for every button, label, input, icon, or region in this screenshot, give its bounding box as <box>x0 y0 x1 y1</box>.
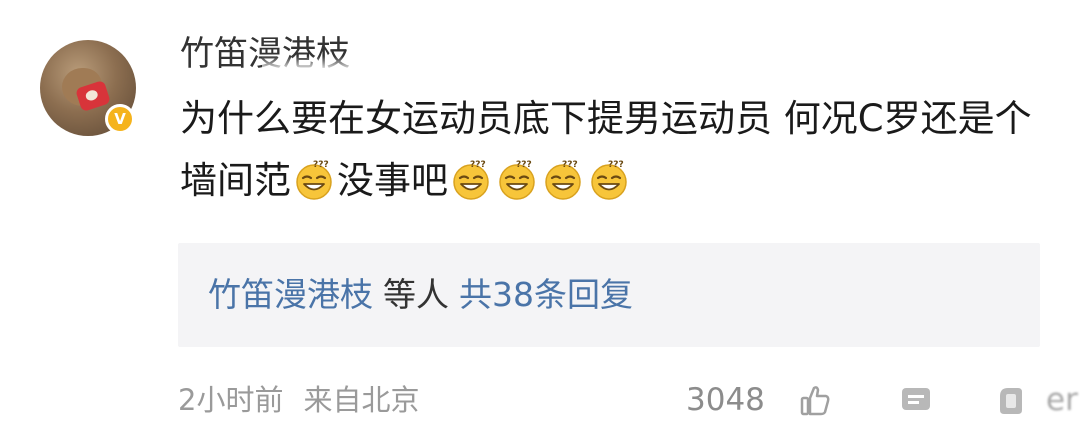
lol-face-emoji-icon: ??? <box>587 157 631 201</box>
svg-text:???: ??? <box>313 160 329 170</box>
comment-card: V 竹笛漫港枝 为什么要在女运动员底下提男运动员 何况C罗还是个墙间范??? 没事… <box>0 0 1080 425</box>
verified-badge-icon: V <box>105 104 135 134</box>
reply-summary[interactable]: 竹笛漫港枝 等人 共38条回复 <box>178 243 1040 347</box>
like-count: 3048 <box>686 382 765 418</box>
comment-time: 2小时前 <box>178 383 284 417</box>
comment-text-part2: 没事吧 <box>337 159 448 202</box>
svg-text:???: ??? <box>470 160 486 170</box>
reply-count-link[interactable]: 共38条回复 <box>459 275 633 314</box>
lol-face-emoji-icon: ??? <box>449 157 493 201</box>
svg-text:???: ??? <box>608 160 624 170</box>
reply-others-text: 等人 <box>383 275 449 314</box>
action-suffix-text: er <box>1046 382 1078 418</box>
comment-meta: 2小时前 来自北京 <box>178 380 419 420</box>
reply-summary-line: 竹笛漫港枝 等人 共38条回复 <box>208 271 633 319</box>
reply-username-link[interactable]: 竹笛漫港枝 <box>208 275 373 314</box>
action-bar: 3048 er <box>686 376 1080 424</box>
lol-face-emoji-icon: ??? <box>541 157 585 201</box>
lol-face-emoji-icon: ??? <box>495 157 539 201</box>
share-icon[interactable] <box>992 382 1028 418</box>
svg-text:???: ??? <box>516 160 532 170</box>
username-overlap-fade <box>262 56 382 78</box>
lol-face-emoji-icon: ??? <box>292 157 336 201</box>
like-icon[interactable] <box>796 382 832 418</box>
comment-icon[interactable] <box>898 382 934 418</box>
comment-location: 来自北京 <box>303 383 420 417</box>
comment-text: 为什么要在女运动员底下提男运动员 何况C罗还是个墙间范??? 没事吧???????… <box>180 88 1040 212</box>
emoji-group: ???????????? <box>448 159 632 202</box>
svg-text:???: ??? <box>562 160 578 170</box>
